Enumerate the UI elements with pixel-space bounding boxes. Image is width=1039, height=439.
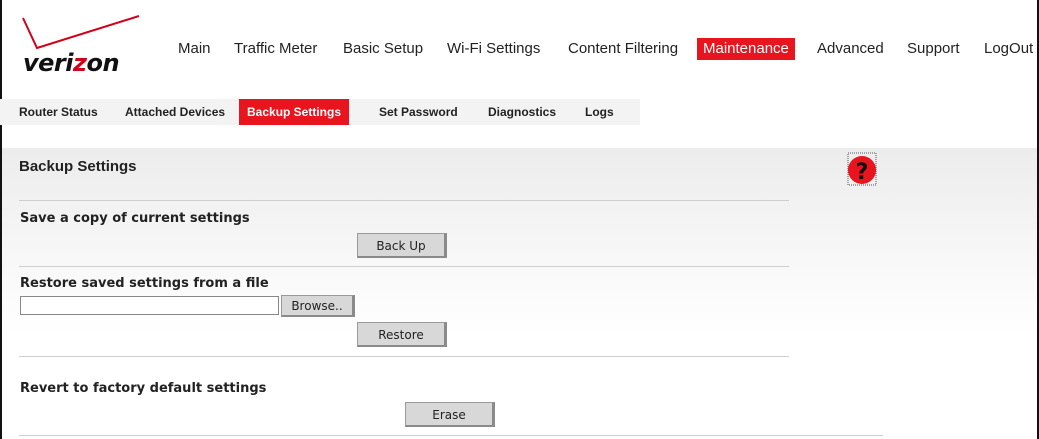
subnav-logs[interactable]: Logs: [585, 99, 614, 125]
nav-content-filtering[interactable]: Content Filtering: [568, 38, 678, 60]
nav-traffic-meter[interactable]: Traffic Meter: [234, 38, 317, 60]
subnav-diagnostics[interactable]: Diagnostics: [488, 99, 556, 125]
nav-wifi-settings[interactable]: Wi-Fi Settings: [447, 38, 540, 60]
erase-button[interactable]: Erase: [405, 402, 495, 427]
divider: [19, 266, 789, 267]
subnav-router-status[interactable]: Router Status: [19, 99, 98, 125]
nav-support[interactable]: Support: [907, 38, 960, 60]
top-navigation: Main Traffic Meter Basic Setup Wi-Fi Set…: [0, 38, 1039, 60]
nav-maintenance[interactable]: Maintenance: [697, 38, 795, 60]
divider: [19, 200, 789, 201]
nav-basic-setup[interactable]: Basic Setup: [343, 38, 423, 60]
nav-main[interactable]: Main: [178, 38, 211, 60]
page-title: Backup Settings: [19, 158, 137, 175]
restore-section-label: Restore saved settings from a file: [20, 276, 269, 291]
divider: [19, 435, 883, 436]
subnav-attached-devices[interactable]: Attached Devices: [125, 99, 225, 125]
question-mark-icon[interactable]: ?: [845, 152, 879, 186]
back-up-button[interactable]: Back Up: [357, 233, 447, 258]
nav-advanced[interactable]: Advanced: [817, 38, 884, 60]
subnav-set-password[interactable]: Set Password: [379, 99, 458, 125]
sub-navigation: Router Status Attached Devices Backup Se…: [0, 99, 640, 125]
divider: [19, 356, 789, 357]
subnav-backup-settings[interactable]: Backup Settings: [239, 99, 350, 125]
browse-button[interactable]: Browse..: [281, 295, 355, 317]
restore-button[interactable]: Restore: [357, 322, 447, 347]
svg-text:?: ?: [856, 160, 869, 185]
file-path-input[interactable]: [20, 296, 279, 315]
nav-logout[interactable]: LogOut: [984, 38, 1033, 60]
factory-section-label: Revert to factory default settings: [20, 381, 267, 396]
save-section-label: Save a copy of current settings: [20, 211, 250, 226]
